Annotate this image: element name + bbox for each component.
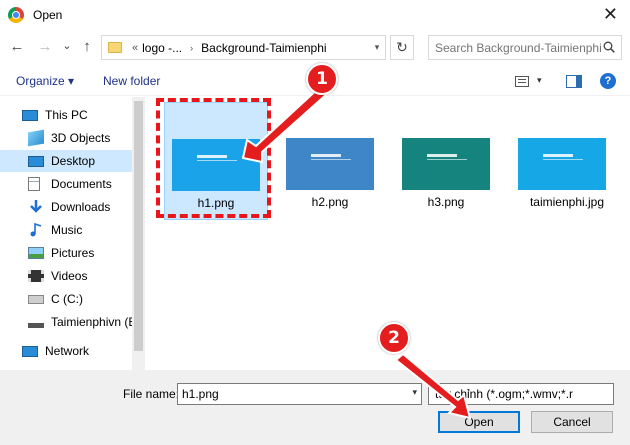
annotation-arrow-1 bbox=[241, 83, 330, 164]
annotation-arrow-2 bbox=[394, 352, 472, 420]
annotation-step-1-badge: 1 bbox=[306, 63, 338, 95]
annotation-step-2-badge: 2 bbox=[378, 322, 410, 354]
